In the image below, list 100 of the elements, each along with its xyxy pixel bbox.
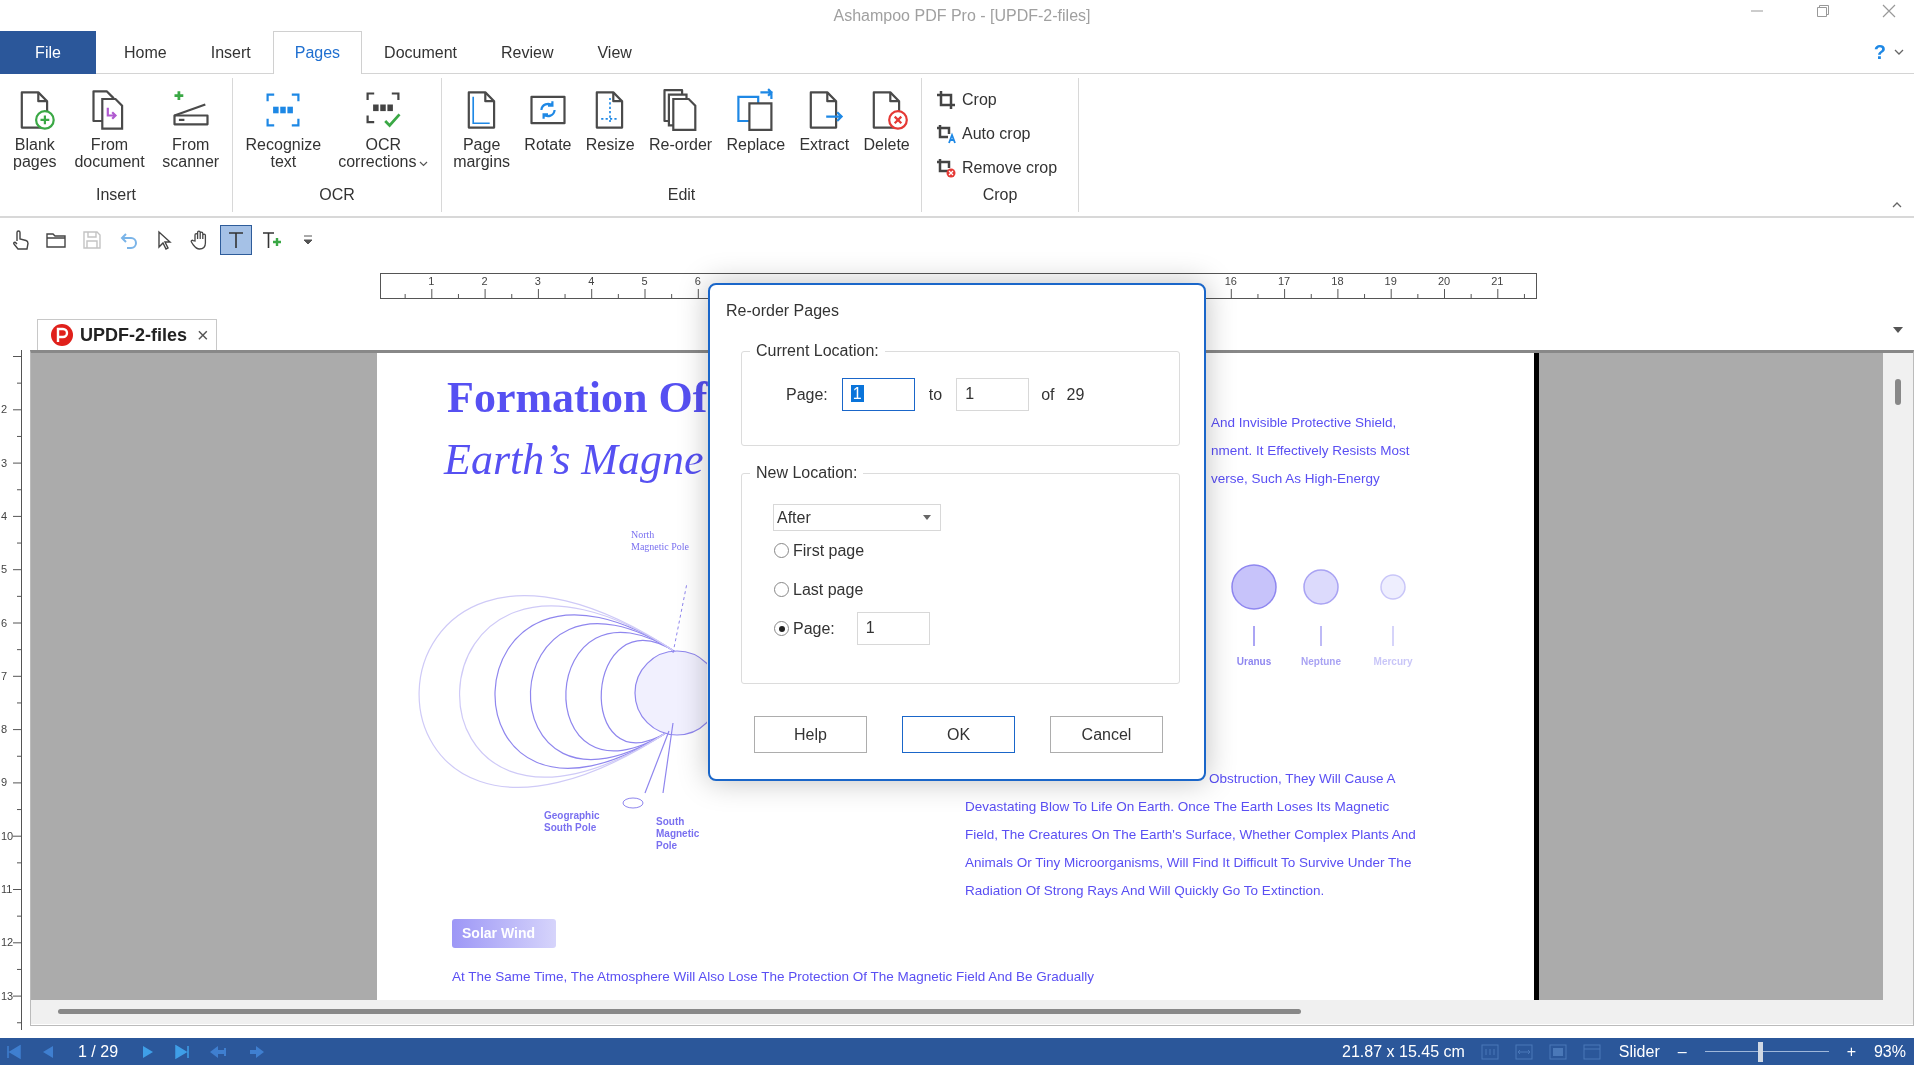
planet-label: Uranus <box>1235 656 1273 667</box>
fit-page-icon[interactable] <box>1548 1043 1567 1060</box>
ruler-number: 18 <box>1331 275 1344 287</box>
ribbon-button[interactable]: Page margins <box>452 78 512 186</box>
group-label: OCR <box>318 186 356 205</box>
scrollbar[interactable] <box>31 1000 1913 1024</box>
save-icon <box>81 229 103 251</box>
page-heading: Formation Of <box>447 372 708 423</box>
ribbon-button[interactable]: Remove crop <box>934 154 1078 182</box>
document-title: UPDF-2-files <box>80 324 187 346</box>
zoom-in-button[interactable]: + <box>1846 1042 1856 1061</box>
ruler-number: 1 <box>428 275 435 287</box>
ruler-number: 16 <box>1224 275 1237 287</box>
menu-tab[interactable]: View <box>575 31 654 74</box>
page-subheading: Earth’s Magne <box>444 434 704 485</box>
ruler-number: 3 <box>534 275 541 287</box>
dialog-button[interactable]: Cancel <box>1050 716 1163 753</box>
ruler-number: 9 <box>1 776 8 789</box>
ruler-number: 7 <box>1 669 8 682</box>
ruler-number: 21 <box>1491 275 1504 287</box>
input-field[interactable]: 1 <box>841 378 915 411</box>
planet-label: Mercury <box>1372 656 1414 667</box>
ribbon-button[interactable]: Extract <box>798 78 851 186</box>
group-label: Crop <box>981 186 1019 205</box>
dropdown-caret-icon <box>303 235 313 245</box>
dropdown[interactable]: After <box>773 504 941 531</box>
ruler-number: 6 <box>1 616 8 629</box>
ruler-number: 2 <box>481 275 488 287</box>
ribbon-button[interactable]: Resize <box>584 78 636 186</box>
ribbon-button[interactable]: Auto crop <box>934 120 1078 148</box>
ruler-number: 10 <box>1 829 14 842</box>
auto-crop-icon <box>936 124 956 144</box>
diagram-label: North Magnetic Pole <box>631 529 690 553</box>
zoom-mode-label: Slider <box>1618 1042 1660 1061</box>
radio-label: Page: <box>793 619 835 638</box>
ribbon-button[interactable]: Rotate <box>523 78 573 186</box>
diagram-label: South Magnetic Pole <box>656 816 700 852</box>
body-text-line: Devastating Blow To Life On Earth. Once The Earth Loses Its Magnetic <box>965 798 1391 816</box>
body-text-line: Obstruction, They Will Cause A <box>1208 770 1397 788</box>
caret-icon[interactable] <box>1892 326 1904 334</box>
dialog-button[interactable]: OK <box>902 716 1015 753</box>
menu-tab[interactable]: Insert <box>188 31 273 74</box>
body-text-line: Animals Or Tiny Microorganisms, Will Find It Difficult To Survive Under The <box>965 854 1413 872</box>
field-label: of <box>1041 385 1055 404</box>
scrollbar-thumb[interactable] <box>58 1009 1301 1014</box>
body-text-line: Field, The Creatures On The Earth's Surface, Whether Complex Plants And <box>965 826 1416 844</box>
ribbon-button[interactable]: OCR corrections <box>337 78 430 186</box>
app-logo-icon <box>50 323 74 347</box>
scrollbar[interactable] <box>1883 353 1913 1000</box>
menu-tab[interactable]: Review <box>479 31 576 74</box>
input-field[interactable]: 1 <box>956 378 1030 411</box>
radio-label: First page <box>793 541 865 560</box>
ruler-number: 13 <box>1 989 14 1002</box>
group-label: Current Location: <box>755 342 880 360</box>
ribbon-button[interactable]: Crop <box>934 86 1078 114</box>
remove-crop-icon <box>936 158 956 178</box>
last-page-icon[interactable] <box>174 1043 191 1060</box>
dialog-button[interactable]: Help <box>754 716 867 753</box>
zoom-value: 93% <box>1873 1042 1906 1061</box>
document-tab[interactable]: UPDF-2-files × <box>37 319 217 350</box>
ribbon-button[interactable]: Blank pages <box>11 78 58 186</box>
page-indicator: 1 / 29 <box>78 1042 119 1061</box>
ribbon-button[interactable]: Delete <box>862 78 911 186</box>
ribbon-button[interactable]: Replace <box>725 78 787 186</box>
back-icon[interactable] <box>208 1043 229 1060</box>
first-page-icon[interactable] <box>6 1043 22 1060</box>
field-label: Page: <box>786 385 828 404</box>
page-size: 21.87 x 15.45 cm <box>1342 1042 1465 1061</box>
ruler-number: 20 <box>1437 275 1451 287</box>
slider-thumb[interactable] <box>1758 1041 1764 1062</box>
scrollbar-thumb[interactable] <box>1895 379 1901 405</box>
caret-icon <box>922 514 932 521</box>
menu-tab[interactable]: Document <box>362 31 479 74</box>
fit-width-icon[interactable] <box>1514 1043 1533 1060</box>
menu-tab[interactable]: Pages <box>272 31 363 74</box>
collapse-icon[interactable] <box>1892 201 1902 208</box>
close-icon[interactable] <box>1882 4 1896 18</box>
close-tab-button[interactable]: × <box>197 323 209 347</box>
ribbon-button[interactable]: From scanner <box>161 78 221 186</box>
ruler-number: 5 <box>1 563 8 576</box>
ribbon-button[interactable]: Re-order <box>648 78 714 186</box>
zoom-out-button[interactable]: – <box>1677 1042 1687 1061</box>
menu-tab[interactable]: Home <box>102 31 189 74</box>
help-button[interactable]: ? <box>1873 40 1886 64</box>
section-badge: Solar Wind <box>452 919 556 948</box>
ribbon-button[interactable]: From document <box>73 78 146 186</box>
menu-tab[interactable]: File <box>0 31 96 74</box>
page-count: 29 <box>1066 385 1085 404</box>
caret-icon[interactable] <box>1894 48 1904 56</box>
ruler-number: 11 <box>1 883 13 895</box>
ruler-number: 19 <box>1384 275 1397 287</box>
input-field[interactable]: 1 <box>856 612 930 645</box>
toolbar-button[interactable] <box>220 225 252 255</box>
restore-icon[interactable] <box>1816 4 1830 18</box>
body-text-line: Radiation Of Strong Rays And Will Quickly Go To Extinction. <box>965 882 1326 900</box>
ribbon-button[interactable]: Recognize text <box>244 78 323 186</box>
page-view-icon[interactable] <box>1582 1043 1601 1060</box>
caret-icon <box>419 161 429 167</box>
ruler-number: 8 <box>1 723 8 736</box>
body-text-line: And Invisible Protective Shield, <box>1211 414 1398 432</box>
